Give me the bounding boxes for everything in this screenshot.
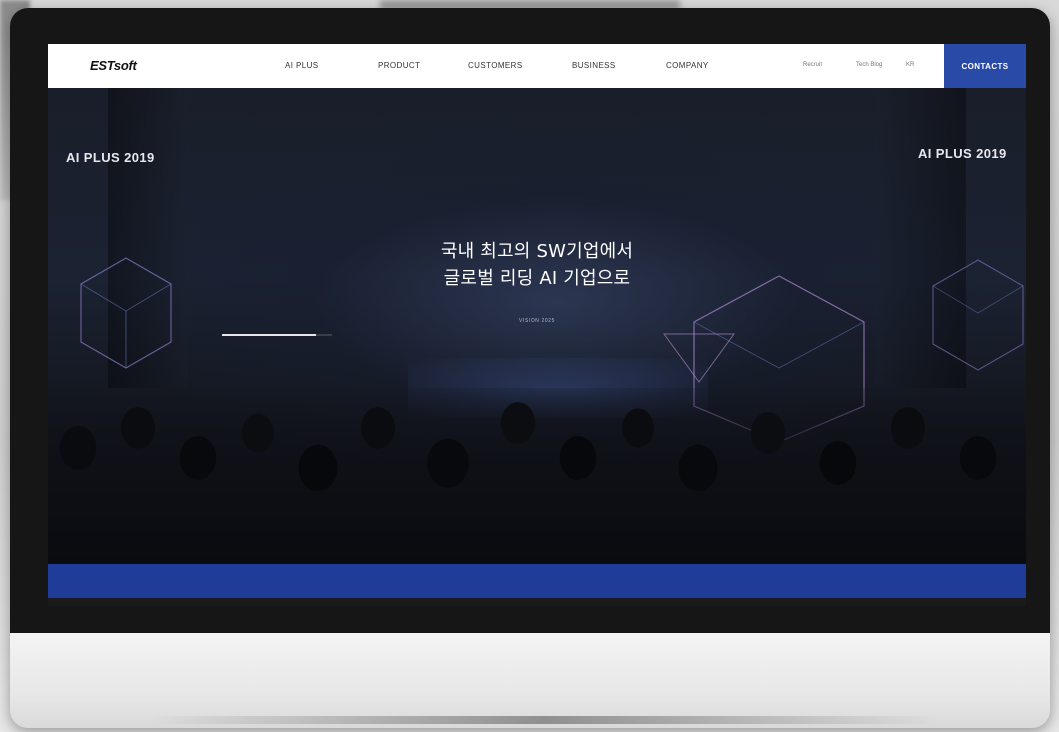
hexagon-outline-left	[80, 257, 172, 369]
nav-item-company[interactable]: COMPANY	[666, 61, 709, 70]
left-side-title: AI PLUS 2019	[66, 150, 155, 165]
estsoft-logo[interactable]: ESTsoft	[90, 58, 137, 73]
nav-item-product[interactable]: PRODUCT	[378, 61, 420, 70]
top-navigation: ESTsoft AI PLUS PRODUCT CUSTOMERS BUSINE…	[48, 44, 1026, 88]
nav-item-ai-plus[interactable]: AI PLUS	[285, 61, 318, 70]
hero-headline-line-2: 글로벌 리딩 AI 기업으로	[443, 268, 631, 289]
hexagon-outline-right	[932, 259, 1024, 371]
nav-item-customers[interactable]: CUSTOMERS	[468, 61, 523, 70]
slide-progress-track[interactable]	[222, 334, 332, 336]
nav-item-business[interactable]: BUSINESS	[572, 61, 616, 70]
audience-silhouettes	[48, 388, 1026, 564]
hero-headline: 국내 최고의 SW기업에서 글로벌 리딩 AI 기업으로	[337, 238, 737, 292]
website-screen: ESTsoft AI PLUS PRODUCT CUSTOMERS BUSINE…	[48, 44, 1026, 606]
monitor-chin	[10, 633, 1050, 728]
hero-section: AI PLUS 2019 AI PLUS 2019 국내 최고의 SW기업에서 …	[48, 88, 1026, 564]
vision-label: VISION 2025	[518, 318, 556, 324]
monitor-stand-shadow	[150, 716, 940, 724]
nav-util-recruit[interactable]: Recruit	[803, 62, 822, 68]
screen-bottom-edge	[48, 598, 1026, 606]
hero-headline-line-1: 국내 최고의 SW기업에서	[440, 241, 634, 262]
nav-util-language[interactable]: KR	[906, 62, 914, 68]
blue-section-band	[48, 564, 1026, 598]
contacts-button[interactable]: CONTACTS	[944, 44, 1026, 88]
monitor: ESTsoft AI PLUS PRODUCT CUSTOMERS BUSINE…	[10, 8, 1050, 728]
slide-progress-fill	[222, 334, 316, 336]
nav-util-tech-blog[interactable]: Tech Blog	[856, 62, 882, 68]
right-side-title: AI PLUS 2019	[918, 146, 1007, 161]
